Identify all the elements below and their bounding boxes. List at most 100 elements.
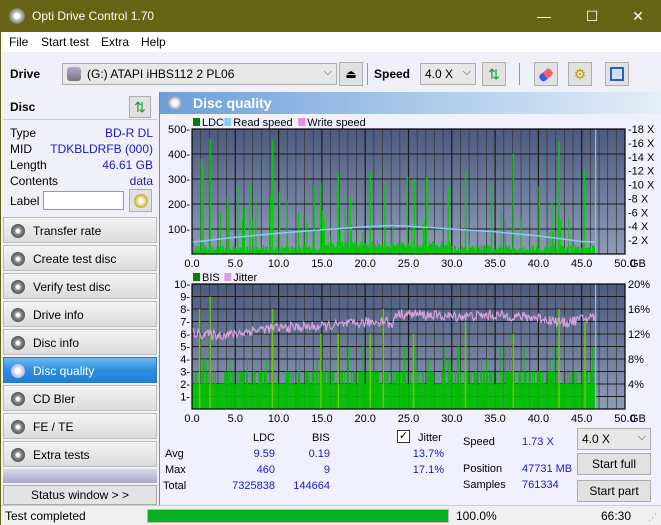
menu-file[interactable]: File <box>9 35 28 49</box>
legend-label-write-speed: Write speed <box>307 117 366 129</box>
nav-verify-test-disc[interactable]: Verify test disc <box>3 273 157 299</box>
start-full-button[interactable]: Start full <box>577 453 651 475</box>
bis-bar <box>539 371 541 409</box>
settings-button[interactable]: ⚙ <box>568 62 592 86</box>
speed-select[interactable]: 4.0 X ⌵ <box>420 63 476 85</box>
ldc-bar <box>259 249 261 254</box>
minimize-button[interactable]: — <box>521 1 567 32</box>
ldc-bar <box>400 243 402 254</box>
bis-bar <box>220 384 222 409</box>
bis-bar <box>469 384 471 409</box>
bis-bar <box>366 371 368 409</box>
bis-bar <box>565 371 567 409</box>
ldc-bar <box>331 241 333 254</box>
bis-bar <box>283 384 285 409</box>
y2-tick-label: -16 X <box>628 138 655 150</box>
status-window-button[interactable]: Status window > > <box>3 485 157 505</box>
ldc-bar <box>305 245 307 254</box>
drive-select[interactable]: (G:) ATAPI iHBS112 2 PL06 ⌵ <box>62 63 337 85</box>
bis-bar <box>332 371 334 409</box>
ldc-bar <box>502 247 504 254</box>
bis-bar <box>554 371 556 409</box>
nav-transfer-rate[interactable]: Transfer rate <box>3 217 157 243</box>
nav-disc-quality[interactable]: Disc quality <box>3 357 157 383</box>
status-bar: Test completed 100.0% 66:30 ⋰ <box>1 505 661 525</box>
x-tick-label: 35.0 <box>484 413 505 425</box>
save-button[interactable] <box>605 62 629 86</box>
bis-bar <box>444 359 446 409</box>
ldc-bar <box>193 238 195 254</box>
bis-bar <box>235 384 237 409</box>
erase-button[interactable] <box>534 62 558 86</box>
resize-grip[interactable]: ⋰ <box>648 512 657 523</box>
panel-header: Disc quality <box>160 92 661 114</box>
bis-bar <box>266 384 268 409</box>
nav-extra-tests[interactable]: Extra tests <box>3 441 157 467</box>
disc-length-value: 46.61 GB <box>102 158 153 172</box>
ldc-bar <box>553 245 555 254</box>
maximize-button[interactable]: ☐ <box>569 1 615 32</box>
ldc-bar <box>438 247 440 254</box>
ldc-bar <box>412 247 414 254</box>
ldc-bar <box>216 248 218 254</box>
ldc-peak-bar <box>249 182 251 254</box>
ldc-bar <box>308 246 310 254</box>
close-button[interactable]: ✕ <box>615 1 661 32</box>
ldc-bar <box>340 242 342 254</box>
bis-bar <box>532 384 534 409</box>
drive-select-value: (G:) ATAPI iHBS112 2 PL06 <box>87 67 235 81</box>
nav-create-test-disc[interactable]: Create test disc <box>3 245 157 271</box>
ldc-peak-bar <box>512 154 514 254</box>
menu-help[interactable]: Help <box>141 35 166 49</box>
ldc-bar <box>501 246 503 254</box>
ldc-bar <box>511 248 513 254</box>
test-speed-select[interactable]: 4.0 X ⌵ <box>577 428 651 450</box>
drive-info-icon <box>11 308 25 322</box>
bis-bar <box>435 384 437 409</box>
bis-bar <box>443 346 445 409</box>
ldc-bar <box>269 196 271 254</box>
refresh-button[interactable]: ⇅ <box>482 62 506 86</box>
disc-label-button[interactable] <box>129 189 152 212</box>
bis-bar <box>504 346 506 409</box>
bis-bar <box>592 346 594 409</box>
ldc-peak-bar <box>200 159 203 254</box>
bis-bar <box>363 371 365 409</box>
disc-label-input[interactable] <box>43 191 124 210</box>
ldc-bar <box>570 245 572 254</box>
start-part-button[interactable]: Start part <box>577 480 651 502</box>
ldc-bar <box>386 245 388 254</box>
bis-bar <box>279 384 281 409</box>
bis-peak-bar <box>369 334 372 409</box>
ldc-bar <box>389 247 391 254</box>
menu-start-test[interactable]: Start test <box>41 35 89 49</box>
bis-bar <box>375 371 377 409</box>
bis-bar <box>281 384 283 409</box>
x-tick-label: 40.0 <box>528 413 549 425</box>
bis-bar <box>371 371 373 409</box>
bis-bar <box>333 371 335 409</box>
ldc-peak-bar <box>320 182 322 254</box>
bis-bar <box>256 384 258 409</box>
bis-bar <box>451 371 453 409</box>
disc-refresh-button[interactable]: ⇅ <box>129 96 151 118</box>
bis-bar <box>253 371 255 409</box>
x-tick-label: 45.0 <box>571 258 592 270</box>
eject-button[interactable]: ⏏ <box>339 62 363 86</box>
nav-disc-info[interactable]: Disc info <box>3 329 157 355</box>
bis-bar <box>426 371 428 409</box>
nav-label: Drive info <box>33 308 84 322</box>
legend-label-ldc: LDC <box>202 117 224 129</box>
jitter-checkbox[interactable]: ✓ <box>397 430 410 443</box>
y-tick-label: 200- <box>168 199 190 211</box>
nav-fe-te[interactable]: FE / TE <box>3 413 157 439</box>
bis-bar <box>346 371 348 409</box>
bis-bar <box>548 371 550 409</box>
disc-header: Disc ⇅ <box>3 94 157 120</box>
nav-drive-info[interactable]: Drive info <box>3 301 157 327</box>
menu-extra[interactable]: Extra <box>101 35 129 49</box>
nav-cd-bler[interactable]: CD Bler <box>3 385 157 411</box>
ldc-bar <box>551 201 553 254</box>
bis-bar <box>529 371 531 409</box>
bis-peak-bar <box>271 309 274 409</box>
